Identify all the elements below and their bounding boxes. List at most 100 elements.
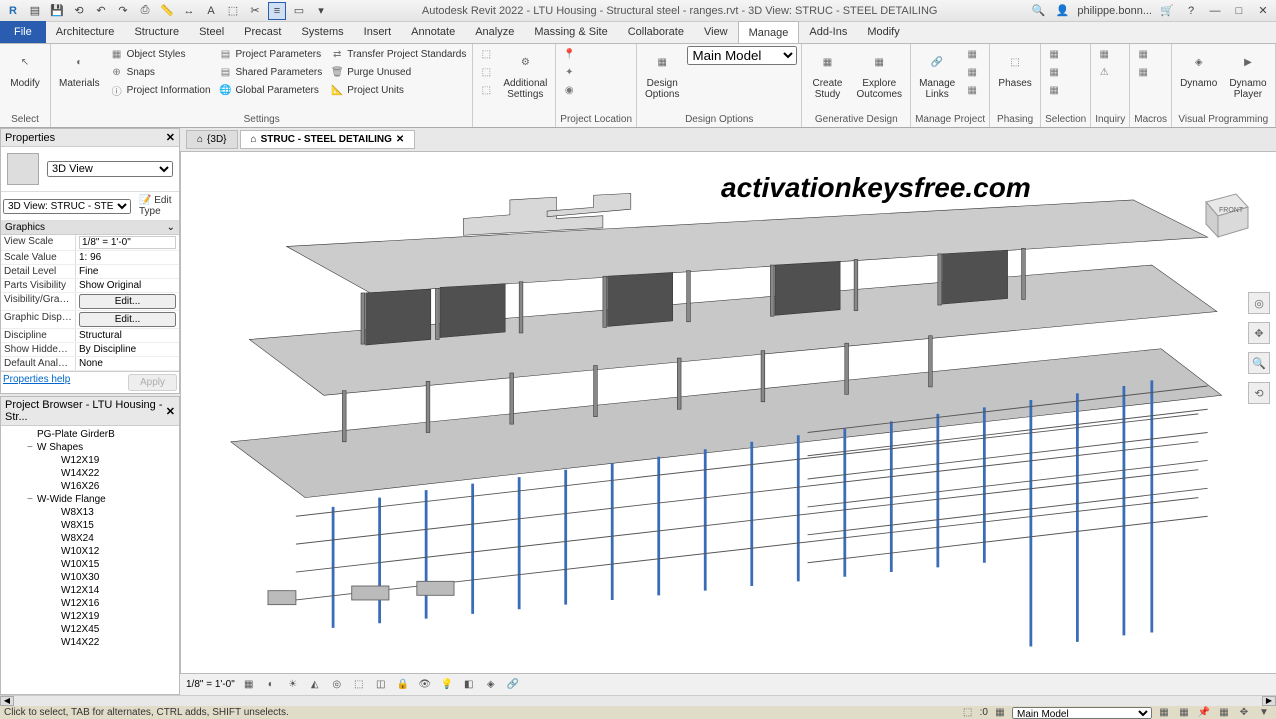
browser-tree[interactable]: PG-Plate GirderB−W ShapesW12X19W14X22W16… bbox=[1, 426, 179, 651]
load-selection-button[interactable]: ▦ bbox=[1045, 64, 1063, 80]
position-button[interactable]: ◉ bbox=[560, 82, 578, 98]
decal-button[interactable]: ▦ bbox=[963, 64, 981, 80]
manage-links-button[interactable]: 🔗Manage Links bbox=[915, 46, 959, 102]
tree-node[interactable]: −W-Wide Flange bbox=[3, 493, 177, 506]
dynamo-player-button[interactable]: ▶Dynamo Player bbox=[1225, 46, 1270, 102]
design-options-button[interactable]: ▦Design Options bbox=[641, 46, 683, 102]
detail-level-value[interactable]: Fine bbox=[76, 265, 179, 278]
drag-elements-icon[interactable]: ✥ bbox=[1236, 707, 1252, 719]
tree-node[interactable]: W12X45 bbox=[3, 623, 177, 636]
tab-precast[interactable]: Precast bbox=[234, 21, 291, 43]
tree-node[interactable]: W12X19 bbox=[3, 610, 177, 623]
user-name[interactable]: philippe.bonn... bbox=[1077, 5, 1152, 17]
tree-node[interactable]: W14X22 bbox=[3, 636, 177, 649]
viewport[interactable]: activationkeysfree.com FRONT ◎ ✥ 🔍 ⟲ bbox=[180, 152, 1276, 673]
warnings-button[interactable]: ⚠ bbox=[1095, 64, 1113, 80]
materials-button[interactable]: ◐Materials bbox=[55, 46, 104, 91]
tab-annotate[interactable]: Annotate bbox=[401, 21, 465, 43]
zoom-icon[interactable]: 🔍 bbox=[1248, 352, 1270, 374]
tab-steel[interactable]: Steel bbox=[189, 21, 234, 43]
discipline-value[interactable]: Structural bbox=[76, 329, 179, 342]
lock-3d-icon[interactable]: 🔒 bbox=[395, 677, 411, 693]
scroll-left-icon[interactable]: ◀ bbox=[0, 696, 14, 706]
tab-addins[interactable]: Add-Ins bbox=[799, 21, 857, 43]
3d-icon[interactable]: ⬚ bbox=[224, 2, 242, 20]
main-model-select[interactable]: Main Model bbox=[687, 46, 797, 65]
show-hidden-value[interactable]: By Discipline bbox=[76, 343, 179, 356]
close-icon[interactable]: ✕ bbox=[1254, 2, 1272, 20]
scale-display[interactable]: 1/8" = 1'-0" bbox=[186, 679, 235, 690]
project-info-button[interactable]: ⓘProject Information bbox=[108, 82, 213, 98]
temp-hide-icon[interactable]: 👁 bbox=[417, 677, 433, 693]
worksharing-icon[interactable]: ◧ bbox=[461, 677, 477, 693]
graphics-group[interactable]: Graphics bbox=[5, 222, 45, 233]
group-expand-icon[interactable]: ⌄ bbox=[167, 222, 175, 233]
switch-windows-icon[interactable]: ▾ bbox=[312, 2, 330, 20]
filter-icon[interactable]: ▼ bbox=[1256, 707, 1272, 719]
editable-only-icon[interactable]: ▦ bbox=[992, 707, 1008, 719]
edit-selection-button[interactable]: ▦ bbox=[1045, 82, 1063, 98]
redo-icon[interactable]: ↷ bbox=[114, 2, 132, 20]
print-icon[interactable]: ⎙ bbox=[136, 2, 154, 20]
tree-node[interactable]: W8X15 bbox=[3, 519, 177, 532]
section-icon[interactable]: ✂ bbox=[246, 2, 264, 20]
additional-settings-button[interactable]: ⚙Additional Settings bbox=[499, 46, 551, 102]
view-cube[interactable]: FRONT bbox=[1186, 182, 1256, 252]
signin-icon[interactable]: 👤 bbox=[1053, 2, 1071, 20]
view-tab-steel-detailing[interactable]: ⌂STRUC - STEEL DETAILING✕ bbox=[240, 130, 416, 149]
orbit-icon[interactable]: ⟲ bbox=[1248, 382, 1270, 404]
parts-visibility-value[interactable]: Show Original bbox=[76, 279, 179, 292]
open-icon[interactable]: ▤ bbox=[26, 2, 44, 20]
text-icon[interactable]: A bbox=[202, 2, 220, 20]
help-icon[interactable]: ? bbox=[1182, 2, 1200, 20]
default-analysis-value[interactable]: None bbox=[76, 357, 179, 370]
tree-node[interactable]: W12X14 bbox=[3, 584, 177, 597]
visibility-edit-button[interactable]: Edit... bbox=[79, 294, 176, 309]
view-scale-input[interactable] bbox=[79, 236, 176, 249]
horizontal-scrollbar[interactable]: ◀ ▶ bbox=[0, 695, 1276, 706]
analytical-icon[interactable]: ◈ bbox=[483, 677, 499, 693]
project-units-button[interactable]: 📐Project Units bbox=[328, 82, 468, 98]
tab-systems[interactable]: Systems bbox=[291, 21, 353, 43]
tree-node[interactable]: W8X13 bbox=[3, 506, 177, 519]
tree-node[interactable]: W14X22 bbox=[3, 467, 177, 480]
properties-close-icon[interactable]: ✕ bbox=[166, 131, 175, 144]
sync-icon[interactable]: ⟲ bbox=[70, 2, 88, 20]
graphic-display-edit-button[interactable]: Edit... bbox=[79, 312, 176, 327]
select-links-icon[interactable]: ▦ bbox=[1156, 707, 1172, 719]
tab-modify[interactable]: Modify bbox=[857, 21, 909, 43]
dynamo-button[interactable]: ◈Dynamo bbox=[1176, 46, 1221, 91]
edit-type-button[interactable]: 📝 Edit Type bbox=[135, 194, 177, 218]
location-button[interactable]: 📍 bbox=[560, 46, 578, 62]
apply-button[interactable]: Apply bbox=[128, 374, 177, 391]
mep-settings-button[interactable]: ⬚ bbox=[477, 64, 495, 80]
starting-view-button[interactable]: ▦ bbox=[963, 82, 981, 98]
maximize-icon[interactable]: □ bbox=[1230, 2, 1248, 20]
ids-button[interactable]: ▦ bbox=[1095, 46, 1113, 62]
structural-settings-button[interactable]: ⬚ bbox=[477, 46, 495, 62]
scroll-right-icon[interactable]: ▶ bbox=[1262, 696, 1276, 706]
tab-architecture[interactable]: Architecture bbox=[46, 21, 125, 43]
tree-node[interactable]: W10X30 bbox=[3, 571, 177, 584]
transfer-standards-button[interactable]: ⇄Transfer Project Standards bbox=[328, 46, 468, 62]
save-icon[interactable]: 💾 bbox=[48, 2, 66, 20]
rendering-icon[interactable]: ◎ bbox=[329, 677, 345, 693]
explore-outcomes-button[interactable]: ▦Explore Outcomes bbox=[852, 46, 906, 102]
steering-wheel-icon[interactable]: ◎ bbox=[1248, 292, 1270, 314]
modify-button[interactable]: ↖Modify bbox=[4, 46, 46, 91]
detail-level-icon[interactable]: ▦ bbox=[241, 677, 257, 693]
close-hidden-icon[interactable]: ▭ bbox=[290, 2, 308, 20]
shared-params-button[interactable]: ▤Shared Parameters bbox=[217, 64, 325, 80]
search-icon[interactable]: 🔍 bbox=[1029, 2, 1047, 20]
tree-node[interactable]: W12X16 bbox=[3, 597, 177, 610]
manage-images-button[interactable]: ▦ bbox=[963, 46, 981, 62]
shadows-icon[interactable]: ◭ bbox=[307, 677, 323, 693]
tab-view[interactable]: View bbox=[694, 21, 738, 43]
tab-structure[interactable]: Structure bbox=[124, 21, 189, 43]
macro-manager-button[interactable]: ▦ bbox=[1134, 46, 1152, 62]
tree-node[interactable]: −W Shapes bbox=[3, 441, 177, 454]
crop-region-icon[interactable]: ◫ bbox=[373, 677, 389, 693]
macro-security-button[interactable]: ▦ bbox=[1134, 64, 1152, 80]
phases-button[interactable]: ⬚Phases bbox=[994, 46, 1036, 91]
tree-node[interactable]: W16X26 bbox=[3, 480, 177, 493]
